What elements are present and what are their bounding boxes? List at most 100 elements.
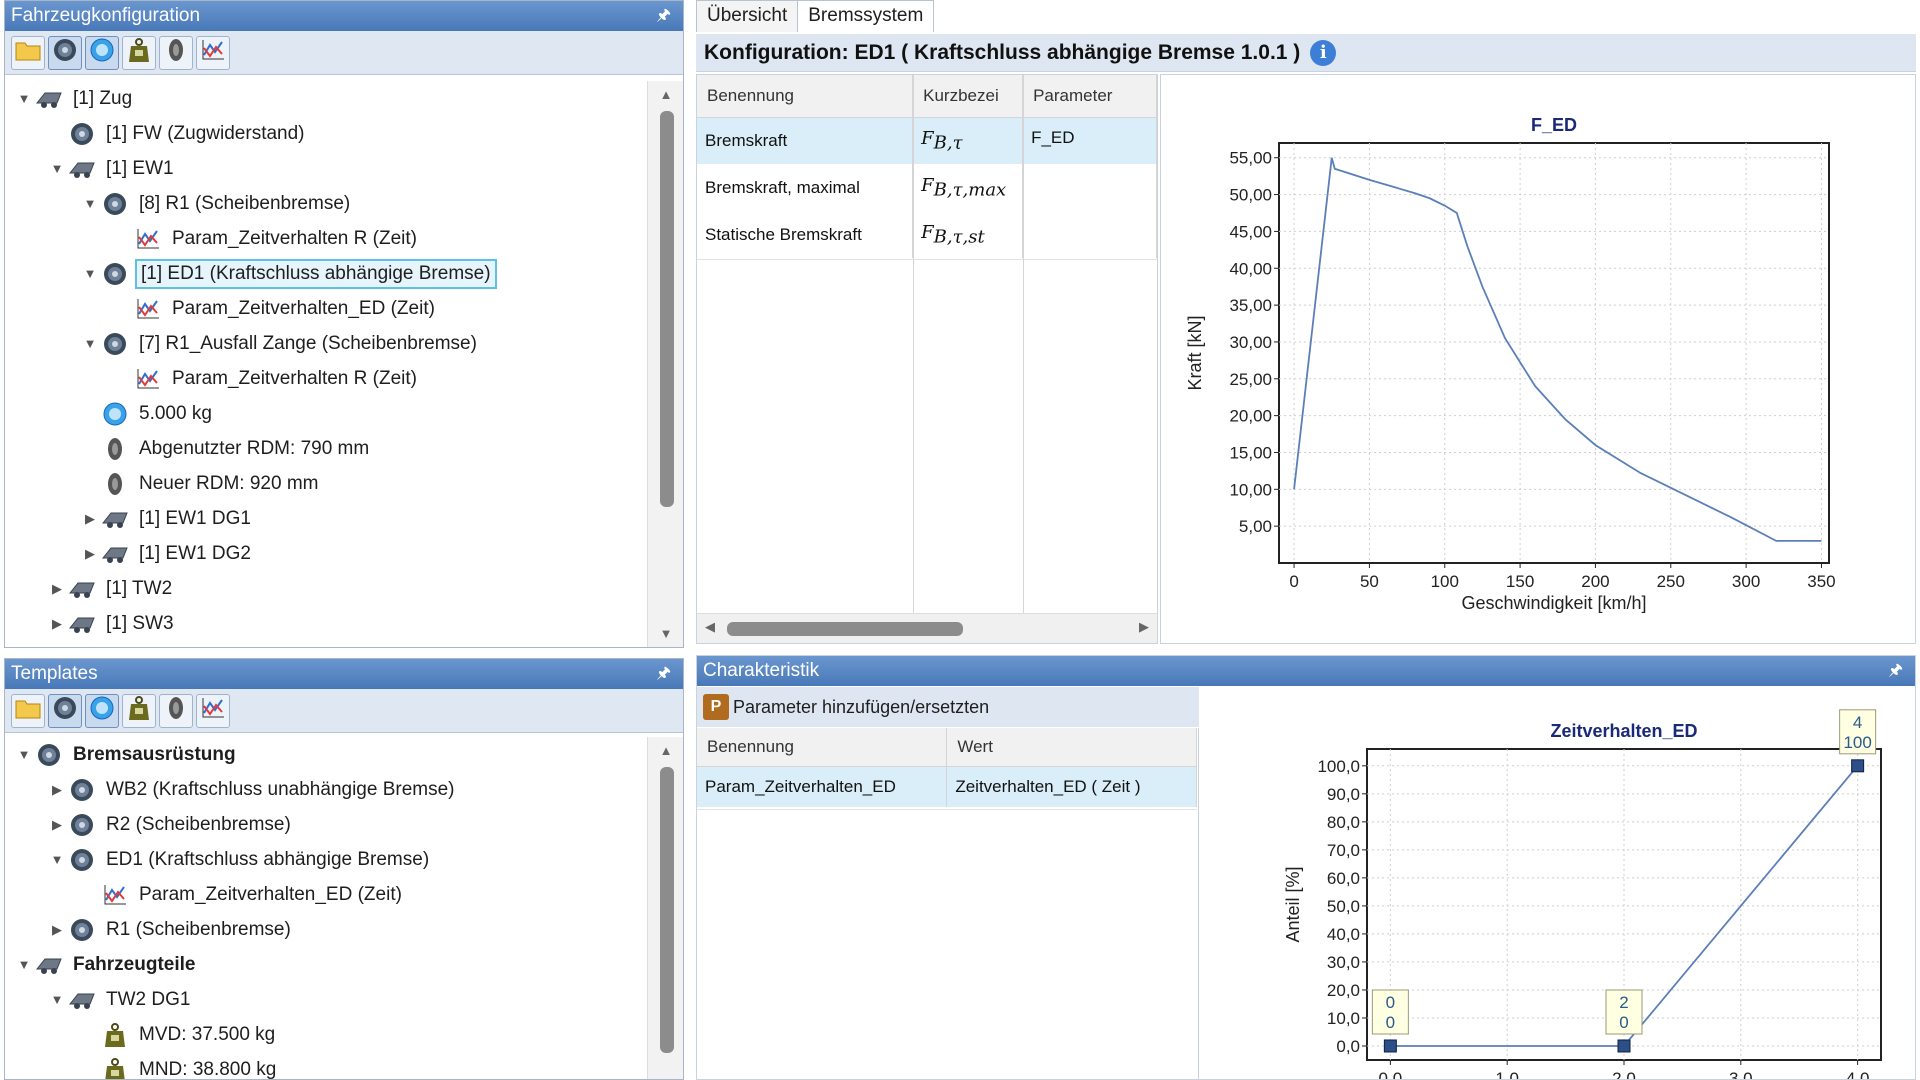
add-parameter-button[interactable]: Parameter hinzufügen/ersetzten bbox=[733, 697, 989, 718]
param-value-cell[interactable] bbox=[1022, 211, 1157, 258]
pin-icon[interactable]: 🖈 bbox=[1888, 656, 1903, 686]
tree-item[interactable]: ▶ [1] SW3 bbox=[5, 606, 647, 641]
tree-item[interactable]: ▼ ED1 (Kraftschluss abhängige Bremse) bbox=[5, 842, 647, 877]
add-parameter-icon[interactable]: P bbox=[703, 694, 729, 720]
collapse-arrow-icon[interactable]: ▼ bbox=[79, 266, 101, 281]
column-header[interactable]: Benennung bbox=[697, 728, 948, 767]
table-row[interactable]: Param_Zeitverhalten_ED Zeitverhalten_ED (… bbox=[697, 766, 1197, 807]
scroll-thumb[interactable] bbox=[660, 111, 674, 507]
tree-item[interactable]: ▼ Fahrzeugteile bbox=[5, 947, 647, 982]
collapse-arrow-icon[interactable]: ▼ bbox=[46, 852, 68, 867]
column-header[interactable]: Kurzbezei bbox=[912, 75, 1024, 118]
expand-arrow-icon[interactable]: ▶ bbox=[46, 581, 68, 597]
column-header[interactable]: Wert bbox=[946, 728, 1197, 767]
expand-arrow-icon[interactable]: ▶ bbox=[46, 616, 68, 632]
wheel-toolbar-button[interactable] bbox=[159, 35, 193, 70]
tree-item[interactable]: 5.000 kg bbox=[5, 396, 647, 431]
chart-toolbar-button[interactable] bbox=[196, 35, 230, 70]
folder-toolbar-button[interactable] bbox=[11, 693, 45, 728]
info-icon[interactable]: i bbox=[1310, 40, 1337, 67]
wheelset-toolbar-button[interactable] bbox=[48, 693, 82, 728]
collapse-arrow-icon[interactable]: ▼ bbox=[13, 747, 35, 762]
mass-toolbar-button[interactable] bbox=[85, 35, 119, 70]
folder-toolbar-button[interactable] bbox=[11, 35, 45, 70]
collapse-arrow-icon[interactable]: ▼ bbox=[79, 196, 101, 211]
chart-toolbar-button[interactable] bbox=[196, 693, 230, 728]
tree-item-label: [1] TW2 bbox=[106, 577, 173, 599]
table-row[interactable]: Statische Bremskraft FB,τ,st bbox=[697, 211, 1157, 258]
pin-icon[interactable]: 🖈 bbox=[656, 1, 671, 31]
tree-item[interactable]: Abgenutzter RDM: 790 mm bbox=[5, 431, 647, 466]
tree-item[interactable]: ▼ [7] R1_Ausfall Zange (Scheibenbremse) bbox=[5, 326, 647, 361]
wheel-icon bbox=[101, 435, 129, 463]
tree-item[interactable]: ▼ [1] ED1 (Kraftschluss abhängige Bremse) bbox=[5, 256, 647, 291]
pin-icon[interactable]: 🖈 bbox=[656, 659, 671, 689]
column-header[interactable]: Benennung bbox=[697, 75, 914, 118]
fed-chart-panel: F_ED 0 50 100 150 200 250 300 350 5,00 10,00 15,00 2… bbox=[1160, 74, 1916, 644]
tree-item[interactable]: ▶ R1 (Scheibenbremse) bbox=[5, 912, 647, 947]
tab-übersicht[interactable]: Übersicht bbox=[696, 0, 799, 32]
scroll-left-icon[interactable]: ◀ bbox=[705, 619, 715, 635]
collapse-arrow-icon[interactable]: ▼ bbox=[46, 161, 68, 176]
wheel-toolbar-button[interactable] bbox=[159, 693, 193, 728]
tree-item-label: [7] R1_Ausfall Zange (Scheibenbremse) bbox=[139, 332, 477, 354]
tree-item[interactable]: [1] FW (Zugwiderstand) bbox=[5, 116, 647, 151]
vehicle-tree-scrollbar[interactable]: ▲ ▼ bbox=[647, 81, 683, 647]
expand-arrow-icon[interactable]: ▶ bbox=[46, 782, 68, 798]
data-label-y: 0 bbox=[1386, 1013, 1395, 1032]
tree-item[interactable]: Param_Zeitverhalten R (Zeit) bbox=[5, 361, 647, 396]
mass-toolbar-button[interactable] bbox=[85, 693, 119, 728]
templates-tree-scrollbar[interactable]: ▲ bbox=[647, 737, 683, 1079]
char-value-cell[interactable]: Zeitverhalten_ED ( Zeit ) bbox=[946, 766, 1197, 807]
column-header[interactable]: Parameter bbox=[1022, 75, 1157, 118]
scroll-thumb[interactable] bbox=[660, 767, 674, 1053]
weight-toolbar-button[interactable] bbox=[122, 35, 156, 70]
collapse-arrow-icon[interactable]: ▼ bbox=[46, 992, 68, 1007]
collapse-arrow-icon[interactable]: ▼ bbox=[13, 91, 35, 106]
tab-strip: Übersicht Bremssystem bbox=[696, 0, 935, 32]
tree-item[interactable]: Param_Zeitverhalten_ED (Zeit) bbox=[5, 291, 647, 326]
config-title: Konfiguration: ED1 ( Kraftschluss abhäng… bbox=[704, 41, 1301, 64]
expand-arrow-icon[interactable]: ▶ bbox=[46, 817, 68, 833]
chart-icon bbox=[134, 365, 162, 393]
scroll-thumb[interactable] bbox=[727, 622, 963, 636]
column-divider bbox=[1023, 75, 1024, 613]
tree-item[interactable]: ▶ [1] TW2 bbox=[5, 571, 647, 606]
wheelset-toolbar-button[interactable] bbox=[48, 35, 82, 70]
tab-bremssystem[interactable]: Bremssystem bbox=[797, 0, 935, 32]
expand-arrow-icon[interactable]: ▶ bbox=[79, 511, 101, 527]
collapse-arrow-icon[interactable]: ▼ bbox=[79, 336, 101, 351]
tree-item[interactable]: ▼ TW2 DG1 bbox=[5, 982, 647, 1017]
tree-item[interactable]: ▼ [8] R1 (Scheibenbremse) bbox=[5, 186, 647, 221]
expand-arrow-icon[interactable]: ▶ bbox=[46, 922, 68, 938]
param-value-cell[interactable] bbox=[1022, 164, 1157, 211]
tree-item[interactable]: Param_Zeitverhalten R (Zeit) bbox=[5, 221, 647, 256]
tree-item[interactable]: ▼ Bremsausrüstung bbox=[5, 737, 647, 772]
tree-item-label: R1 (Scheibenbremse) bbox=[106, 918, 291, 940]
param-symbol: F bbox=[921, 221, 934, 243]
table-row[interactable]: Bremskraft FB,τ F_ED bbox=[697, 117, 1157, 164]
tree-item[interactable]: ▼ [1] Zug bbox=[5, 81, 647, 116]
collapse-arrow-icon[interactable]: ▼ bbox=[13, 957, 35, 972]
tree-item[interactable]: ▶ WB2 (Kraftschluss unabhängige Bremse) bbox=[5, 772, 647, 807]
tree-item[interactable]: ▶ [1] EW1 DG2 bbox=[5, 536, 647, 571]
scroll-up-icon[interactable]: ▲ bbox=[648, 743, 683, 758]
tree-item[interactable]: MND: 38.800 kg bbox=[5, 1052, 647, 1079]
weight-toolbar-button[interactable] bbox=[122, 693, 156, 728]
scroll-up-icon[interactable]: ▲ bbox=[648, 87, 683, 102]
table-row[interactable]: Bremskraft, maximal FB,τ,max bbox=[697, 164, 1157, 211]
expand-arrow-icon[interactable]: ▶ bbox=[79, 546, 101, 562]
scroll-down-icon[interactable]: ▼ bbox=[648, 626, 683, 641]
y-tick-label: 15,00 bbox=[1229, 443, 1272, 462]
x-tick-label: 1,0 bbox=[1495, 1069, 1519, 1080]
charakteristik-title: Charakteristik bbox=[703, 660, 820, 681]
param-value-cell[interactable]: F_ED bbox=[1022, 117, 1157, 164]
tree-item[interactable]: ▼ [1] EW1 bbox=[5, 151, 647, 186]
scroll-right-icon[interactable]: ▶ bbox=[1139, 619, 1149, 635]
tree-item[interactable]: MVD: 37.500 kg bbox=[5, 1017, 647, 1052]
param-table-hscrollbar[interactable]: ◀ ▶ bbox=[697, 613, 1157, 643]
tree-item[interactable]: Param_Zeitverhalten_ED (Zeit) bbox=[5, 877, 647, 912]
tree-item[interactable]: ▶ [1] EW1 DG1 bbox=[5, 501, 647, 536]
tree-item[interactable]: Neuer RDM: 920 mm bbox=[5, 466, 647, 501]
tree-item[interactable]: ▶ R2 (Scheibenbremse) bbox=[5, 807, 647, 842]
